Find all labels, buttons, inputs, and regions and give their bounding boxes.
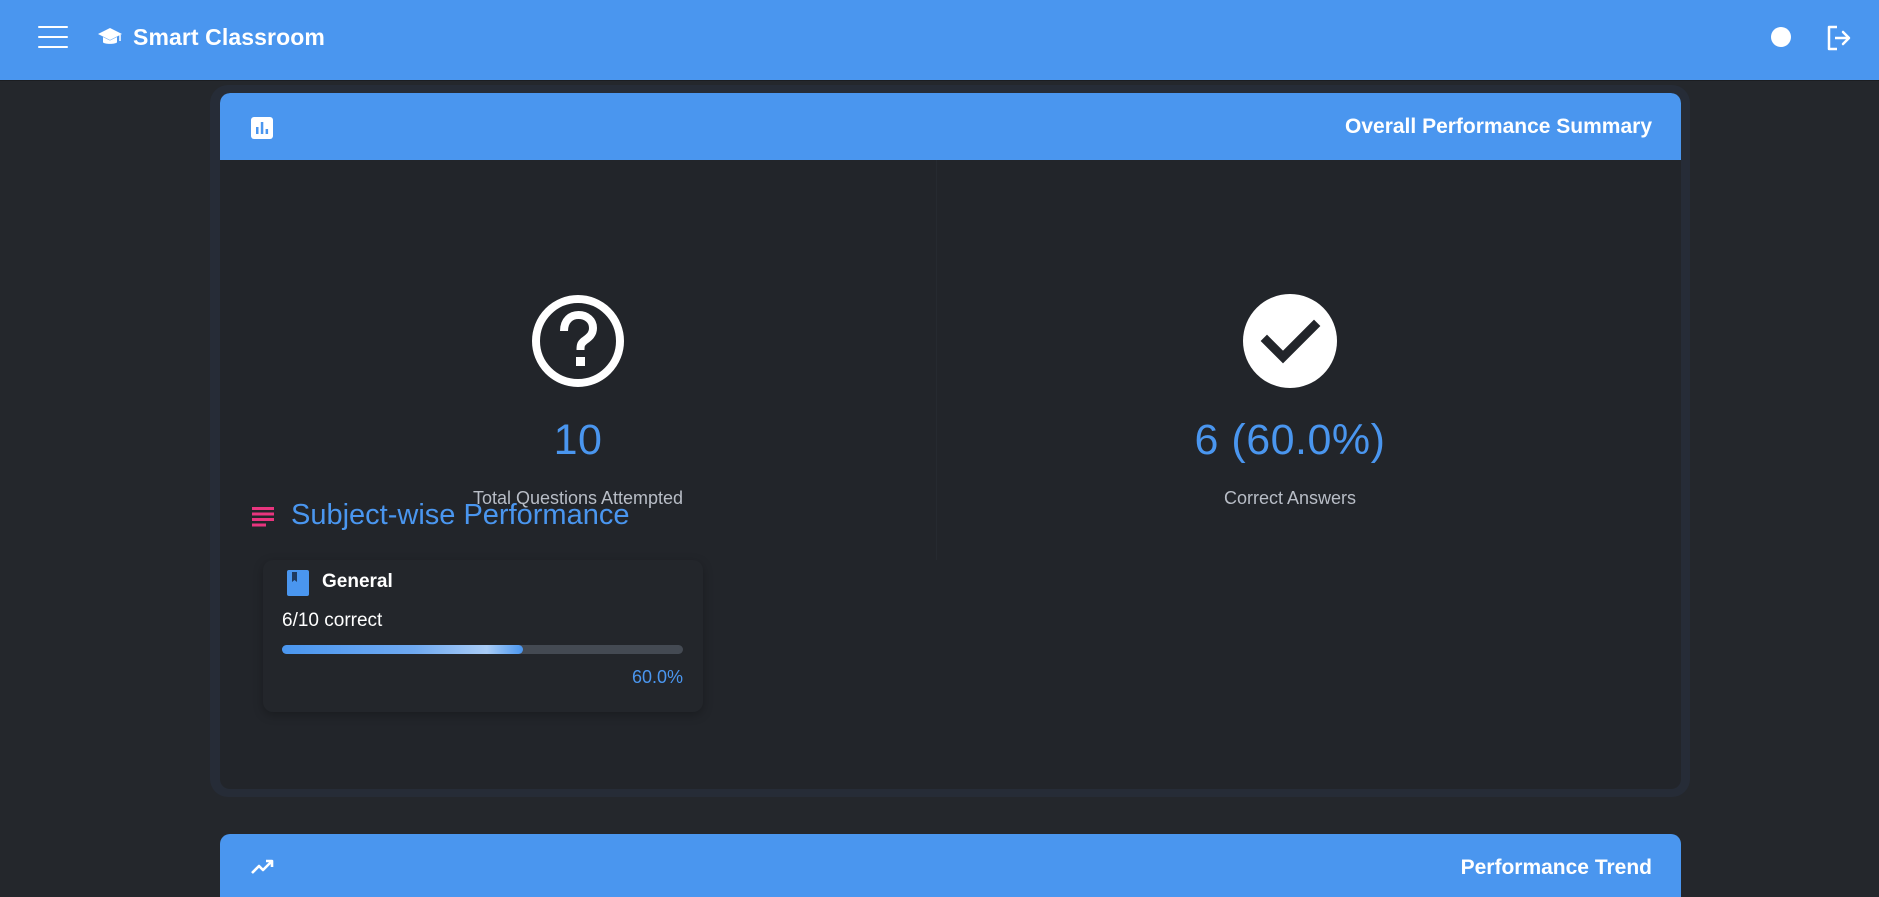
trend-card-title: Performance Trend [1460,856,1652,879]
trending-up-icon [251,859,274,874]
graduation-cap-icon [98,28,122,44]
app-title[interactable]: Smart Classroom [133,24,325,51]
performance-trend-card-header: Performance Trend [220,834,1681,897]
list-icon [252,507,274,527]
stat-value: 6 (60.0%) [1194,416,1386,464]
subject-section-title: Subject-wise Performance [291,499,630,531]
subject-name: General [322,571,393,592]
top-navbar: Smart Classroom [0,0,1879,81]
subject-progress-fill [282,645,523,654]
bar-chart-icon [251,117,273,139]
subject-percent: 60.0% [631,667,683,687]
stat-value: 10 [553,416,603,464]
check-circle-icon [1243,294,1337,388]
stat-label: Correct Answers [1223,488,1357,508]
stat-correct-answers: 6 (60.0%) Correct Answers [936,160,1643,560]
logout-icon[interactable] [1825,24,1853,52]
subject-card[interactable]: General 6/10 correct 60.0% [263,560,703,712]
theme-toggle-icon[interactable] [1771,27,1791,47]
summary-card-header: Overall Performance Summary [220,93,1681,160]
subject-progress-bar [282,645,683,654]
book-icon [287,570,309,596]
subject-score: 6/10 correct [282,610,383,631]
question-circle-icon [532,295,624,387]
summary-card-title: Overall Performance Summary [1345,115,1652,138]
hamburger-menu-icon[interactable] [38,26,68,48]
